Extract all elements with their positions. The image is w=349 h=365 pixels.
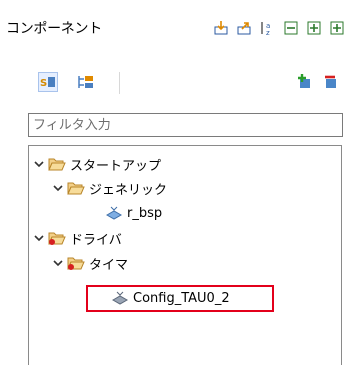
component-icon xyxy=(105,206,123,220)
chevron-down-icon[interactable] xyxy=(52,257,64,269)
add-component-icon xyxy=(298,74,310,88)
category-view-button[interactable]: S xyxy=(38,72,58,92)
tree-node-label: ジェネリック xyxy=(89,182,168,198)
folder-warning-icon xyxy=(48,232,66,245)
svg-text:z: z xyxy=(266,29,270,36)
folder-open-icon xyxy=(48,158,66,171)
tree-node-generic[interactable]: ジェネリック xyxy=(52,178,167,198)
export-icon[interactable] xyxy=(236,20,252,36)
component-tree: スタートアップ ジェネリック r_bsp ドライバ タイマ Config_TAU… xyxy=(28,145,342,365)
svg-text:S: S xyxy=(40,78,47,89)
category-view-icon: S xyxy=(40,77,55,89)
hierarchy-view-button[interactable] xyxy=(76,72,96,92)
tree-node-startup[interactable]: スタートアップ xyxy=(33,154,161,174)
import-icon[interactable] xyxy=(213,20,229,36)
tree-node-timer[interactable]: タイマ xyxy=(52,253,128,273)
tree-node-r-bsp[interactable]: r_bsp xyxy=(105,203,162,223)
tree-node-label: スタートアップ xyxy=(70,158,162,174)
tree-node-label: r_bsp xyxy=(127,205,163,221)
folder-warning-icon xyxy=(67,257,85,270)
tree-node-label: タイマ xyxy=(89,257,129,273)
expand-all-icon[interactable] xyxy=(306,20,322,36)
collapse-all-icon[interactable] xyxy=(283,20,299,36)
sort-icon[interactable]: az xyxy=(259,20,275,37)
tree-node-driver[interactable]: ドライバ xyxy=(33,228,122,248)
toolbar-separator xyxy=(119,72,120,94)
chevron-down-icon[interactable] xyxy=(33,158,45,170)
folder-open-icon xyxy=(67,182,85,195)
filter-input[interactable] xyxy=(28,113,343,137)
hierarchy-view-icon xyxy=(78,76,93,88)
chevron-down-icon[interactable] xyxy=(33,232,45,244)
chevron-down-icon[interactable] xyxy=(52,182,64,194)
remove-component-icon xyxy=(325,75,336,88)
menu-icon[interactable] xyxy=(329,20,345,36)
panel-title: コンポーネント xyxy=(6,21,102,37)
tree-node-label: ドライバ xyxy=(70,232,122,248)
remove-component-button[interactable] xyxy=(321,72,341,92)
add-component-button[interactable] xyxy=(295,72,315,92)
highlight-box xyxy=(86,285,274,312)
